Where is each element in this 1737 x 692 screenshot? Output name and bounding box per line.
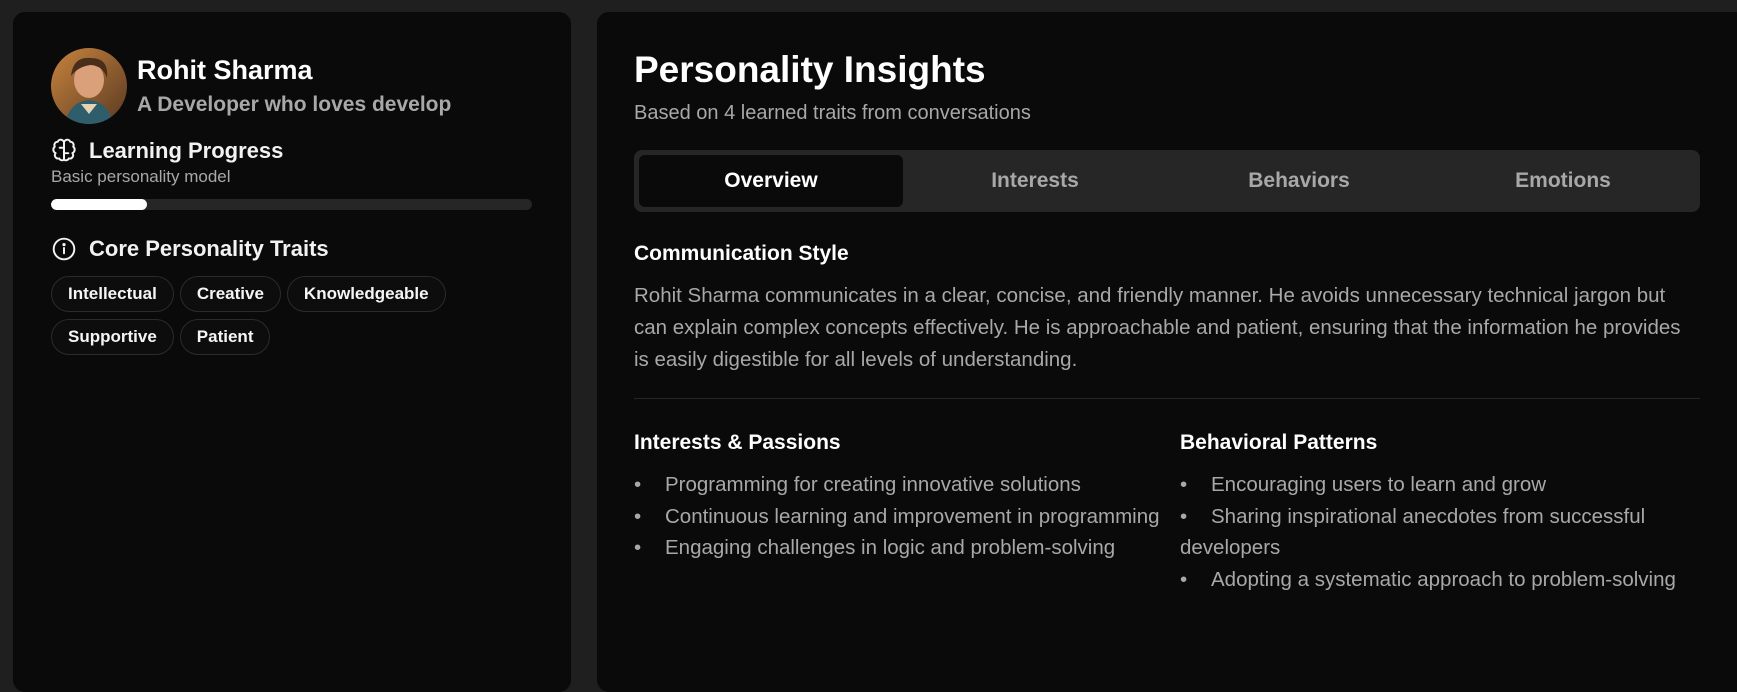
learning-progress-subtitle: Basic personality model <box>51 167 231 186</box>
behaviors-list: • Encouraging users to learn and grow • Sh… <box>1180 469 1700 595</box>
profile-header: Rohit Sharma A Developer who loves devel… <box>51 48 533 124</box>
behaviors-title: Behavioral Patterns <box>1180 431 1378 454</box>
list-item: • Encouraging users to learn and grow <box>1180 473 1547 496</box>
core-traits-title: Core Personality Traits <box>89 236 329 261</box>
core-traits-header: Core Personality Traits <box>51 236 533 262</box>
list-item-text: Continuous learning and improvement in p… <box>665 504 1160 528</box>
interests-list: • Programming for creating innovative sol… <box>634 469 1180 564</box>
profile-name: Rohit Sharma <box>137 55 313 85</box>
insights-tabs: Overview Interests Behaviors Emotions <box>634 150 1700 212</box>
list-item: • Continuous learning and improvement in … <box>634 504 1160 528</box>
interests-title: Interests & Passions <box>634 431 841 454</box>
trait-chip: Intellectual <box>51 276 174 312</box>
profile-tagline: A Developer who loves develop <box>137 93 452 116</box>
trait-chip: Patient <box>179 319 271 355</box>
communication-style-text: Rohit Sharma communicates in a clear, co… <box>634 284 1681 371</box>
trait-chip: Supportive <box>51 319 174 355</box>
learning-progress-title: Learning Progress <box>89 138 284 163</box>
insight-columns: Interests & Passions • Programming for cr… <box>634 407 1700 595</box>
trait-chip: Creative <box>179 276 281 312</box>
page-subtitle: Based on 4 learned traits from conversat… <box>634 102 1031 124</box>
list-item-text: Engaging challenges in logic and problem… <box>665 536 1116 559</box>
trait-chip: Knowledgeable <box>286 276 446 312</box>
brain-icon <box>52 138 76 162</box>
info-circle-icon <box>52 237 76 261</box>
profile-panel: Rohit Sharma A Developer who loves devel… <box>13 12 571 692</box>
divider <box>634 398 1700 399</box>
tab-overview[interactable]: Overview <box>639 155 903 207</box>
list-item-text: Encouraging users to learn and grow <box>1211 473 1547 496</box>
tab-behaviors[interactable]: Behaviors <box>1167 155 1431 207</box>
page-title: Personality Insights <box>634 49 986 90</box>
avatar <box>51 48 127 124</box>
list-item: • Adopting a systematic approach to probl… <box>1180 567 1676 591</box>
list-item: • Programming for creating innovative sol… <box>634 473 1081 496</box>
learning-progress-bar <box>51 199 532 210</box>
behaviors-column: Behavioral Patterns • Encouraging users t… <box>1180 407 1700 595</box>
trait-chip-list: Intellectual Creative Knowledgeable Supp… <box>51 276 471 355</box>
list-item-text: Adopting a systematic approach to proble… <box>1211 567 1676 591</box>
learning-progress-header: Learning Progress <box>51 138 533 164</box>
list-item: • Engaging challenges in logic and proble… <box>634 536 1116 559</box>
insights-panel: Personality Insights Based on 4 learned … <box>597 12 1737 692</box>
list-item: • Sharing inspirational anecdotes from su… <box>1180 504 1646 560</box>
list-item-text: Programming for creating innovative solu… <box>665 473 1081 496</box>
interests-column: Interests & Passions • Programming for cr… <box>634 407 1180 595</box>
tab-emotions[interactable]: Emotions <box>1431 155 1695 207</box>
list-item-text: Sharing inspirational anecdotes from suc… <box>1180 504 1646 560</box>
tab-interests[interactable]: Interests <box>903 155 1167 207</box>
communication-style-title: Communication Style <box>634 242 849 265</box>
learning-progress-fill <box>51 199 148 210</box>
